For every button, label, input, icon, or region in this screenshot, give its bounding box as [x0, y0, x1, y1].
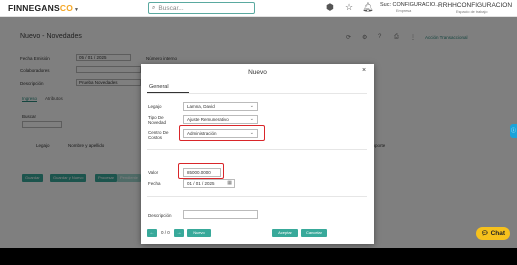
- brand-co: CO: [59, 3, 74, 13]
- fecha-value: 01 / 01 / 2025: [187, 181, 215, 186]
- bottom-bar: [0, 248, 517, 265]
- search-box[interactable]: ⌕ Buscar...: [148, 2, 255, 14]
- calendar-icon[interactable]: ▦: [227, 180, 232, 187]
- user-name: RRHHCONFIGURACION: [438, 2, 513, 9]
- record-counter: 0 / 0: [161, 230, 170, 235]
- nuevo-button[interactable]: Nuevo: [187, 229, 211, 237]
- cube-icon[interactable]: ⬢: [326, 2, 334, 13]
- info-icon: ⓘ: [510, 128, 516, 134]
- chevron-down-icon: ⌄: [249, 116, 254, 122]
- tab-divider: [147, 93, 367, 94]
- section-divider: [147, 149, 367, 150]
- fecha-input[interactable]: 01 / 01 / 2025 ▦: [183, 179, 235, 188]
- tipo-novedad-label: Tipo De Novedad: [148, 115, 167, 125]
- star-icon[interactable]: ☆: [345, 2, 353, 13]
- search-icon: ⌕: [152, 4, 156, 11]
- arrow-right-icon[interactable]: →: [174, 229, 184, 237]
- highlight-centro-costos: [179, 125, 265, 141]
- valor-label: Valor: [148, 170, 159, 175]
- sucursal-sub: Empresa: [396, 9, 412, 13]
- centro-costos-label: Centro De Costos: [148, 130, 169, 140]
- chevron-down-icon: ▼: [74, 7, 80, 13]
- legajo-select[interactable]: Lamna, David ⌄: [183, 102, 258, 111]
- cancelar-button[interactable]: Cancelar: [301, 229, 327, 237]
- modal-title: Nuevo: [248, 69, 267, 76]
- sucursal-selector[interactable]: Suc: CONFIGURACIO... Empresa: [380, 2, 440, 13]
- aceptar-button[interactable]: Aceptar: [272, 229, 298, 237]
- bell-icon[interactable]: 🔔︎: [362, 2, 373, 13]
- highlight-valor: [178, 163, 224, 179]
- fecha-label: Fecha: [148, 181, 161, 186]
- tab-general[interactable]: General: [147, 84, 189, 93]
- section-divider: [147, 196, 367, 197]
- arrow-left-icon[interactable]: ←: [147, 229, 157, 237]
- tipo-novedad-select[interactable]: Ajuste Remunerativo ⌄: [183, 115, 258, 124]
- descripcion-label: Descripción: [148, 213, 172, 218]
- close-icon[interactable]: ×: [362, 67, 366, 74]
- chat-button[interactable]: 💬︎ Chat: [476, 227, 510, 240]
- chevron-down-icon: ⌄: [249, 103, 254, 109]
- search-placeholder: Buscar...: [158, 4, 184, 12]
- brand-logo[interactable]: FINNEGANSCO▼: [8, 3, 79, 13]
- descripcion-input[interactable]: [183, 210, 258, 219]
- nuevo-modal: Nuevo × General Legajo Lamna, David ⌄ Ti…: [141, 64, 374, 244]
- sucursal-name: Suc: CONFIGURACIO...: [380, 2, 440, 8]
- legajo-value: Lamna, David: [187, 104, 215, 109]
- brand-name: FINNEGANS: [8, 3, 60, 13]
- user-sub: Espacio de trabajo: [456, 10, 488, 14]
- chat-bubble-icon: 💬︎: [480, 231, 489, 237]
- side-help-tab[interactable]: ⓘ: [510, 124, 517, 138]
- tipo-novedad-value: Ajuste Remunerativo: [187, 117, 229, 122]
- chat-label: Chat: [490, 230, 506, 237]
- user-selector[interactable]: RRHHCONFIGURACION Espacio de trabajo: [438, 2, 512, 14]
- top-bar: FINNEGANSCO▼ ⌕ Buscar... ⬢ ☆ 🔔︎ Suc: CON…: [0, 0, 517, 17]
- legajo-label: Legajo: [148, 104, 162, 109]
